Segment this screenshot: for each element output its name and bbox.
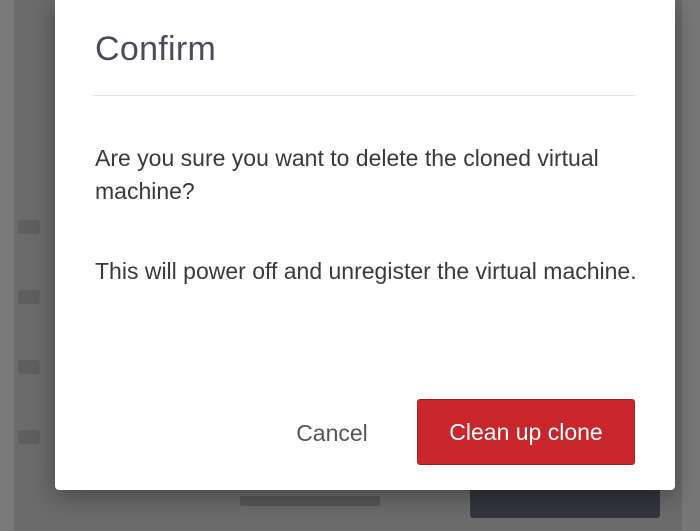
dialog-message-primary: Are you sure you want to delete the clon…	[95, 145, 599, 204]
background-left-panel	[0, 0, 14, 531]
page-backdrop: Confirm Are you sure you want to delete …	[0, 0, 700, 531]
dialog-title-divider	[93, 95, 635, 96]
dialog-message-secondary: This will power off and unregister the v…	[95, 258, 637, 284]
confirm-dialog: Confirm Are you sure you want to delete …	[55, 0, 675, 490]
background-toolbar-placeholder	[240, 496, 380, 506]
background-row-placeholder	[18, 220, 40, 234]
clean-up-clone-button[interactable]: Clean up clone	[417, 399, 635, 465]
cancel-button[interactable]: Cancel	[267, 400, 397, 466]
background-row-placeholder	[18, 430, 40, 444]
background-button-placeholder	[470, 488, 660, 518]
dialog-title: Confirm	[95, 30, 217, 68]
background-row-placeholder	[18, 360, 40, 374]
background-row-placeholder	[18, 290, 40, 304]
background-right-panel	[682, 0, 700, 531]
